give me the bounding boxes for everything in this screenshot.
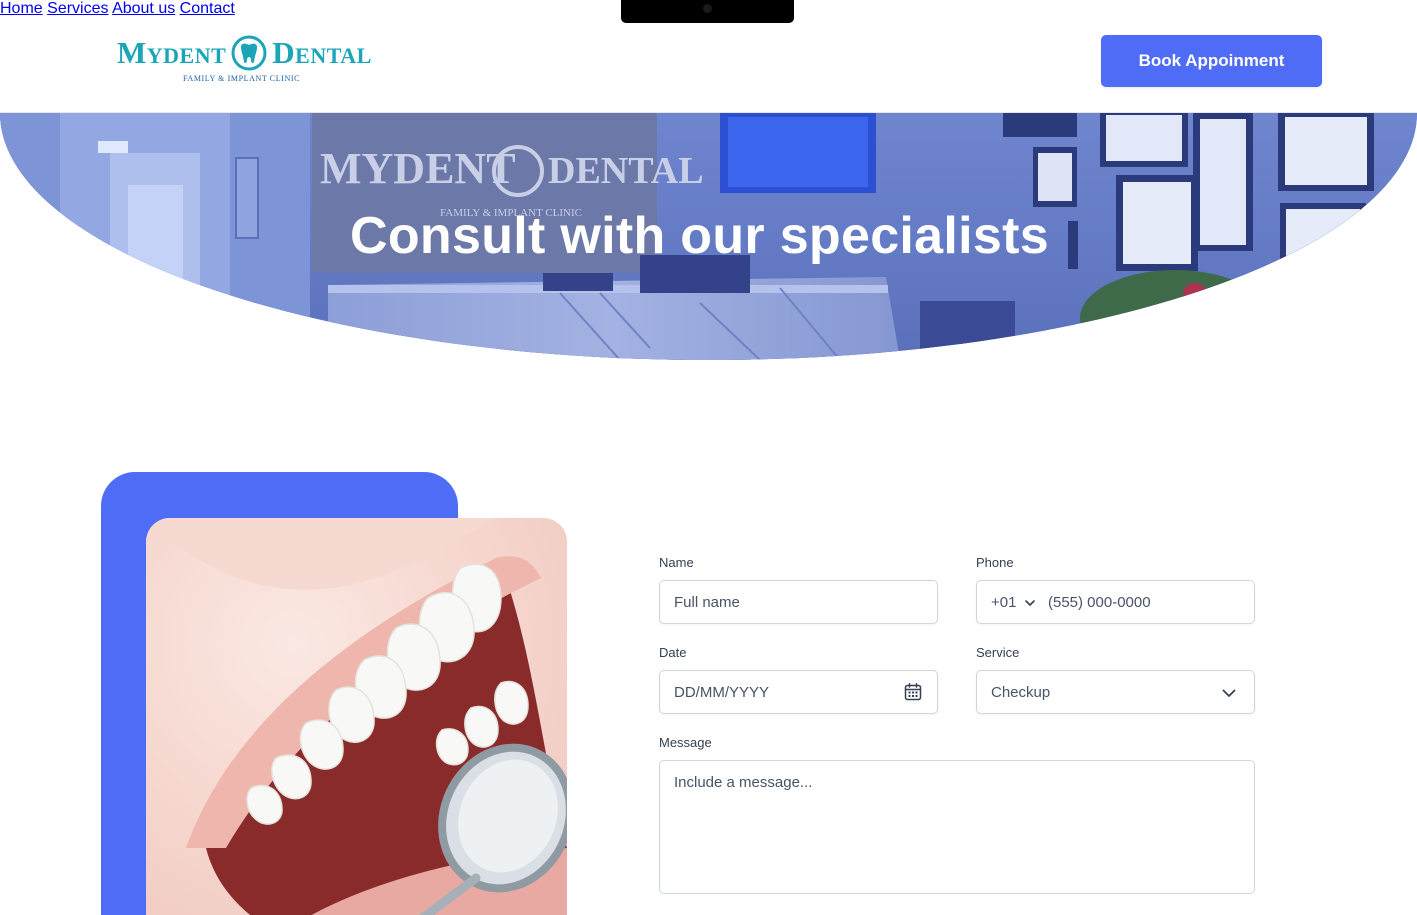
chevron-down-icon[interactable] <box>1220 684 1238 702</box>
message-label: Message <box>659 735 712 750</box>
phone-placeholder: (555) 000-0000 <box>1048 594 1151 611</box>
phone-input[interactable]: +01 (555) 000-0000 <box>976 580 1255 624</box>
service-value: Checkup <box>991 684 1051 701</box>
logo-tagline: Family & Implant Clinic <box>183 74 301 83</box>
dental-smile-photo <box>146 518 567 915</box>
screen-notch <box>621 0 794 23</box>
date-placeholder: DD/MM/YYYY <box>674 684 770 701</box>
smile-illustration <box>146 518 567 915</box>
brand-logo[interactable]: Mydent Dental Family & Implant Clinic <box>117 34 371 90</box>
name-input[interactable]: Full name <box>659 580 938 624</box>
hero-title: Consult with our specialists <box>350 207 1049 265</box>
nav-about-us[interactable]: About us <box>112 0 175 17</box>
svg-text:MYDENT: MYDENT <box>320 144 516 193</box>
nav-contact[interactable]: Contact <box>180 0 235 17</box>
service-select[interactable]: Checkup <box>976 670 1255 714</box>
logo-wordmark: Mydent Dental <box>117 34 372 72</box>
name-placeholder: Full name <box>674 594 740 611</box>
date-input[interactable]: DD/MM/YYYY <box>659 670 938 714</box>
logo-word-right: Dental <box>272 35 372 70</box>
country-code[interactable]: +01 <box>991 594 1016 612</box>
message-placeholder: Include a message... <box>674 774 813 791</box>
name-label: Name <box>659 555 694 570</box>
svg-text:DENTAL: DENTAL <box>548 150 704 192</box>
message-textarea[interactable]: Include a message... <box>659 760 1255 894</box>
tooth-logo-icon <box>231 35 267 71</box>
logo-word-left: Mydent <box>117 35 227 70</box>
chevron-down-icon[interactable] <box>1024 597 1036 609</box>
nav-services[interactable]: Services <box>47 0 108 17</box>
calendar-icon[interactable] <box>903 682 923 702</box>
service-label: Service <box>976 645 1020 660</box>
book-appointment-button[interactable]: Book Appoinment <box>1101 35 1322 87</box>
nav-home[interactable]: Home <box>0 0 43 17</box>
hero-banner: MYDENT DENTAL FAMILY & IMPLANT CLINIC Co… <box>0 113 1417 360</box>
camera-dot <box>703 4 712 13</box>
date-label: Date <box>659 645 687 660</box>
phone-label: Phone <box>976 555 1014 570</box>
